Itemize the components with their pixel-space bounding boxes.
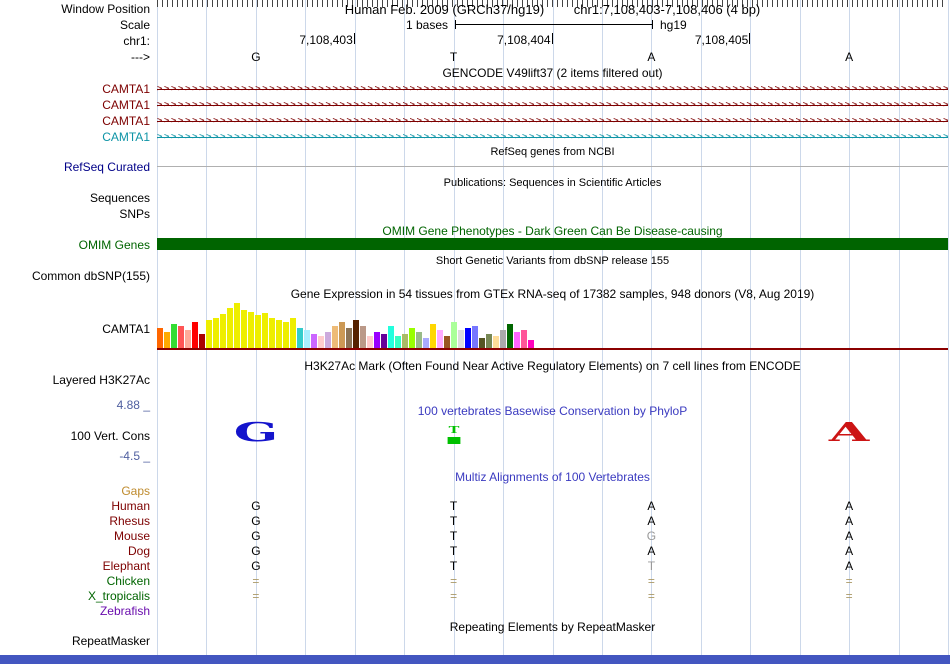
aligned-base: = bbox=[252, 589, 260, 603]
aligned-base: G bbox=[646, 529, 657, 543]
aligned-base: A bbox=[647, 544, 656, 558]
species-label[interactable]: Chicken bbox=[0, 574, 150, 589]
aligned-base: A bbox=[845, 559, 854, 573]
alignment-row-x_tropicalis[interactable]: X_tropicalis = = = = bbox=[0, 589, 950, 604]
genome-browser: Window Position Human Feb. 2009 (GRCh37/… bbox=[0, 0, 950, 664]
alignment-row-elephant[interactable]: Elephant G T T A bbox=[0, 559, 950, 574]
species-label[interactable]: Human bbox=[0, 499, 150, 514]
aligned-base: G bbox=[251, 499, 261, 513]
aligned-base: A bbox=[647, 514, 656, 528]
aligned-base: A bbox=[845, 514, 854, 528]
aligned-base: T bbox=[647, 559, 656, 573]
aligned-base: = bbox=[647, 574, 655, 588]
species-label[interactable]: Elephant bbox=[0, 559, 150, 574]
aligned-base: G bbox=[251, 529, 261, 543]
phylop-letter: T bbox=[447, 427, 460, 444]
aligned-base: A bbox=[845, 529, 854, 543]
aligned-base: = bbox=[845, 574, 853, 588]
phylop-min-value: -4.5 _ bbox=[119, 449, 150, 463]
aligned-base: T bbox=[449, 544, 458, 558]
alignment-row-dog[interactable]: Dog G T A A bbox=[0, 544, 950, 559]
aligned-base: T bbox=[449, 529, 458, 543]
alignment-row-mouse[interactable]: Mouse G T G A bbox=[0, 529, 950, 544]
aligned-base: A bbox=[845, 544, 854, 558]
alignment-row-chicken[interactable]: Chicken = = = = bbox=[0, 574, 950, 589]
aligned-base: T bbox=[449, 499, 458, 513]
bottom-blue-bar bbox=[0, 655, 950, 664]
phylop-letter: G bbox=[233, 418, 279, 448]
alignment-row-human[interactable]: Human G T A A bbox=[0, 499, 950, 514]
gaps-label[interactable]: Gaps bbox=[0, 484, 150, 498]
species-label[interactable]: Dog bbox=[0, 544, 150, 559]
aligned-base: T bbox=[449, 514, 458, 528]
phylop-letter: A bbox=[828, 418, 870, 448]
species-label[interactable]: Rhesus bbox=[0, 514, 150, 529]
alignment-row-rhesus[interactable]: Rhesus G T A A bbox=[0, 514, 950, 529]
aligned-base: = bbox=[450, 574, 458, 588]
species-label[interactable]: Zebrafish bbox=[0, 604, 150, 619]
aligned-base: = bbox=[647, 589, 655, 603]
species-label[interactable]: Mouse bbox=[0, 529, 150, 544]
multiz-track-title[interactable]: Multiz Alignments of 100 Vertebrates bbox=[157, 470, 948, 484]
aligned-base: G bbox=[251, 514, 261, 528]
alignment-row-zebrafish[interactable]: Zebrafish bbox=[0, 604, 950, 619]
species-label[interactable]: X_tropicalis bbox=[0, 589, 150, 604]
aligned-base: A bbox=[845, 499, 854, 513]
repeatmasker-track-title[interactable]: Repeating Elements by RepeatMasker bbox=[157, 620, 948, 634]
aligned-base: G bbox=[251, 544, 261, 558]
repeatmasker-label[interactable]: RepeatMasker bbox=[0, 634, 150, 648]
aligned-base: = bbox=[450, 589, 458, 603]
aligned-base: G bbox=[251, 559, 261, 573]
aligned-base: = bbox=[252, 574, 260, 588]
aligned-base: A bbox=[647, 499, 656, 513]
aligned-base: = bbox=[845, 589, 853, 603]
aligned-base: T bbox=[449, 559, 458, 573]
